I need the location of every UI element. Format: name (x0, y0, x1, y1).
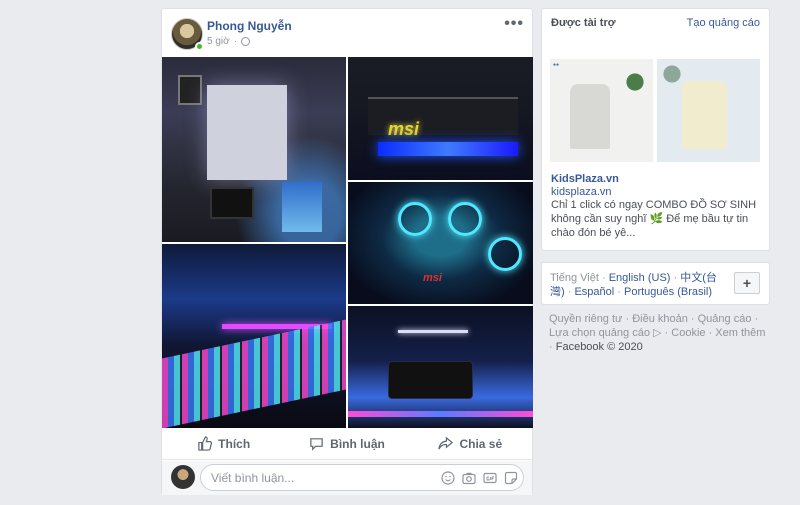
comment-label: Bình luận (330, 436, 385, 451)
like-button[interactable]: Thích (162, 428, 285, 459)
language-list: Tiếng Việt · English (US) · 中文(台灣) · Esp… (550, 272, 717, 298)
gpu-brand-label: msi (388, 119, 420, 139)
current-user-avatar[interactable] (171, 465, 195, 489)
kidsplaza-logo-icon: ●● (553, 62, 560, 68)
photo-case-shape (282, 182, 322, 232)
sticker-icon[interactable] (504, 471, 518, 485)
ad-title[interactable]: KidsPlaza.vn (551, 173, 619, 185)
globe-icon[interactable] (241, 37, 251, 46)
post-time[interactable]: 5 giờ (207, 36, 230, 47)
footer-link-cookies[interactable]: Cookie (671, 327, 705, 339)
photo-strip-shape (348, 411, 533, 417)
language-current: Tiếng Việt (550, 272, 599, 284)
comment-tools (441, 471, 518, 485)
mobo-brand-label: msi (423, 272, 442, 284)
footer-link-ad-choices[interactable]: Lựa chọn quảng cáo (549, 327, 650, 339)
copyright: Facebook © 2020 (555, 341, 643, 353)
page-footer: Quyền riêng tư · Điều khoản · Quảng cáo … (549, 313, 766, 353)
footer-link-ads[interactable]: Quảng cáo (698, 313, 752, 325)
ad-image-2[interactable] (657, 59, 760, 162)
photo-monitor-shape (210, 187, 254, 219)
comment-button[interactable]: Bình luận (285, 428, 408, 459)
adchoices-icon: ▷ (653, 327, 662, 339)
language-option[interactable]: Español (574, 286, 614, 298)
share-label: Chia sẻ (459, 436, 503, 451)
photo-lamp-shape (398, 330, 468, 333)
post-header: Phong Nguyễn 5 giờ · ••• (162, 9, 532, 57)
ad-image-1[interactable]: ●● (550, 59, 653, 162)
ad-url[interactable]: kidsplaza.vn (551, 186, 612, 198)
photo-frame-shape (178, 75, 202, 105)
fan-shape (488, 237, 522, 271)
footer-link-privacy[interactable]: Quyền riêng tư (549, 313, 622, 325)
author-name[interactable]: Phong Nguyễn (207, 19, 292, 33)
more-options-icon[interactable]: ••• (504, 15, 524, 33)
photo-speaker-shape (388, 361, 473, 399)
share-button[interactable]: Chia sẻ (409, 428, 532, 459)
more-languages-button[interactable]: + (734, 272, 760, 294)
photo-4[interactable] (162, 244, 346, 428)
ad-clothing-shape (682, 81, 727, 149)
sponsored-heading: Được tài trợ (551, 17, 616, 29)
ad-description: Chỉ 1 click có ngay COMBO ĐỒ SƠ SINH khô… (551, 199, 757, 239)
ad-clothing-shape (570, 84, 610, 149)
fan-shape (448, 202, 482, 236)
comment-icon (310, 438, 323, 451)
photo-2[interactable]: msi (348, 57, 533, 180)
like-label: Thích (218, 436, 251, 451)
photo-board-shape (207, 85, 287, 180)
emoji-icon[interactable] (441, 471, 455, 485)
post-meta: 5 giờ · (207, 36, 251, 47)
photo-3[interactable]: msi (348, 182, 533, 304)
thumbs-up-icon (198, 436, 213, 451)
language-option[interactable]: Português (Brasil) (624, 286, 712, 298)
ad-leaf-shape (620, 67, 650, 97)
fan-shape (398, 202, 432, 236)
photo-grid: msi msi (162, 57, 533, 428)
feed-post: Phong Nguyễn 5 giờ · ••• msi msi Thích B… (161, 8, 533, 495)
comment-composer (162, 461, 532, 495)
footer-link-more[interactable]: Xem thêm (715, 327, 765, 339)
sponsored-panel: Được tài trợ Tạo quảng cáo ●● KidsPlaza.… (541, 8, 770, 251)
photo-keyboard-shape (162, 319, 346, 428)
online-status-icon (195, 42, 204, 51)
share-icon (438, 436, 454, 450)
photo-glow-shape (378, 142, 518, 156)
meta-separator: · (233, 36, 238, 47)
camera-icon[interactable] (462, 471, 476, 485)
create-ad-link[interactable]: Tạo quảng cáo (687, 17, 760, 29)
language-panel: Tiếng Việt · English (US) · 中文(台灣) · Esp… (541, 262, 770, 305)
photo-5[interactable] (348, 306, 533, 428)
photo-1[interactable] (162, 57, 346, 242)
post-actions: Thích Bình luận Chia sẻ (162, 428, 532, 460)
gif-icon[interactable] (483, 471, 497, 485)
language-option[interactable]: English (US) (609, 272, 671, 284)
footer-link-terms[interactable]: Điều khoản (632, 313, 688, 325)
